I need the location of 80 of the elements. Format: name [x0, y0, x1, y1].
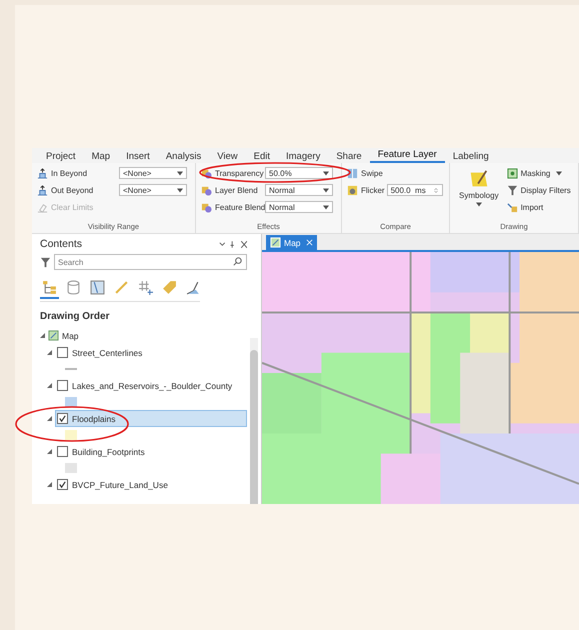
- dropper-icon: [186, 280, 201, 295]
- ribbon-tab[interactable]: View: [209, 151, 246, 163]
- pencil-icon: [114, 280, 129, 295]
- scale-icon: [37, 168, 48, 178]
- dropdown[interactable]: Normal: [265, 184, 333, 196]
- layer-row[interactable]: BVCP_Future_Land_Use: [55, 476, 247, 493]
- ribbon-tab[interactable]: Analysis: [158, 151, 210, 163]
- eraser-icon: [37, 202, 48, 212]
- scale-icon: [37, 184, 48, 196]
- ribbon-tab[interactable]: Share: [328, 151, 370, 163]
- caret-icon: [323, 204, 329, 210]
- dropdown[interactable]: Normal: [265, 201, 333, 213]
- ribbon-tab[interactable]: Map: [84, 151, 118, 163]
- checkbox[interactable]: [57, 413, 68, 424]
- filter-icon[interactable]: [40, 256, 51, 268]
- field-label: Feature Blend: [215, 202, 266, 212]
- dropdown[interactable]: <None>: [119, 167, 187, 179]
- pane-controls-icon[interactable]: [219, 240, 247, 248]
- selected-layer-row[interactable]: Floodplains: [55, 410, 247, 427]
- ribbon-tab[interactable]: Edit: [246, 151, 278, 163]
- spinner-icon: [432, 188, 439, 192]
- import-button[interactable]: Import: [520, 202, 544, 212]
- map-icon: [48, 330, 59, 341]
- field-label: In Beyond: [51, 168, 88, 178]
- close-icon[interactable]: [306, 239, 313, 246]
- checkbox[interactable]: [57, 446, 68, 457]
- display-filters-button[interactable]: Display Filters: [520, 186, 571, 194]
- caret-icon: [323, 170, 329, 176]
- masking-button[interactable]: Masking: [520, 168, 562, 178]
- grid-plus-icon: [138, 280, 153, 295]
- map-tab[interactable]: Map: [266, 235, 317, 250]
- field-label: Layer Blend: [215, 186, 258, 194]
- ribbon-tab[interactable]: Imagery: [278, 151, 328, 163]
- pane-title: Contents: [40, 238, 82, 250]
- checkbox[interactable]: [57, 380, 68, 391]
- section-heading: Drawing Order: [40, 311, 110, 322]
- caret-icon: [476, 202, 482, 207]
- swipe-button[interactable]: Swipe: [361, 168, 383, 178]
- layers-icon: [201, 168, 212, 178]
- tag-icon: [162, 280, 177, 295]
- flicker-icon: [347, 184, 358, 196]
- ribbon-tab[interactable]: Labeling: [444, 151, 497, 163]
- expand-arrow-icon[interactable]: [47, 350, 52, 355]
- checkbox[interactable]: [57, 347, 68, 358]
- masking-icon: [506, 168, 518, 178]
- checkbox[interactable]: [57, 479, 68, 490]
- field-label: Transparency: [215, 168, 264, 178]
- layers-icon: [201, 202, 212, 212]
- ribbon-tab[interactable]: Project: [38, 151, 84, 163]
- filter-icon: [506, 184, 518, 196]
- flicker-field[interactable]: 500.0 ms: [386, 184, 443, 196]
- map-icon: [270, 237, 281, 248]
- search-field[interactable]: Search: [54, 254, 247, 270]
- layer-name: Map: [62, 330, 79, 340]
- field-label: Flicker: [361, 186, 385, 194]
- expand-arrow-icon[interactable]: [47, 449, 52, 454]
- tree-icon: [42, 280, 57, 295]
- caret-icon: [177, 170, 183, 176]
- import-icon: [506, 202, 518, 212]
- caret-icon: [556, 170, 562, 176]
- caret-icon: [177, 188, 183, 192]
- field-label: Out Beyond: [51, 186, 94, 194]
- layer-row[interactable]: Street_Centerlines: [55, 344, 247, 361]
- expand-arrow-icon[interactable]: [47, 416, 52, 421]
- layer-row[interactable]: Lakes_and_Reservoirs_-_Boulder_County: [55, 377, 247, 394]
- symbology-button[interactable]: Symbology: [455, 166, 503, 222]
- map-sheet-icon: [90, 280, 105, 295]
- ribbon-tab[interactable]: Insert: [118, 151, 158, 163]
- expand-arrow-icon[interactable]: [47, 482, 52, 487]
- layers-icon: [201, 184, 212, 196]
- layer-row[interactable]: Building_Footprints: [55, 443, 247, 460]
- dropdown[interactable]: <None>: [119, 184, 187, 196]
- view-tool[interactable]: [40, 279, 59, 299]
- scrollbar[interactable]: [250, 338, 258, 504]
- expand-arrow-icon[interactable]: [47, 383, 52, 388]
- search-icon: [232, 256, 243, 267]
- caret-icon: [323, 188, 329, 192]
- expand-arrow-icon[interactable]: [40, 333, 45, 338]
- dropdown[interactable]: 50.0%: [265, 167, 333, 179]
- database-icon: [66, 280, 81, 295]
